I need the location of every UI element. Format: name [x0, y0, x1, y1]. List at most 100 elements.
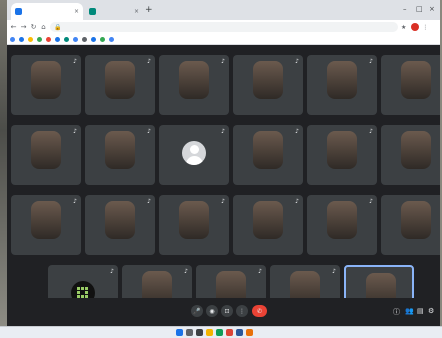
meet-favicon-icon [15, 8, 22, 15]
more-options-button[interactable]: ⋮ [236, 305, 248, 317]
maximize-button[interactable]: □ [416, 5, 423, 13]
mic-off-icon: ♪ [110, 268, 114, 275]
bookmark-item[interactable] [64, 36, 70, 42]
participant-video [31, 201, 61, 239]
bookmark-item[interactable] [46, 36, 52, 42]
mic-off-icon: ♪ [295, 58, 299, 65]
bookmark-favicon-icon [37, 36, 42, 42]
lock-icon[interactable]: 🔒 [54, 24, 61, 31]
tab-second[interactable]: × [85, 3, 143, 20]
mic-off-icon: ♪ [147, 198, 151, 205]
bookmark-item[interactable] [19, 36, 25, 42]
bookmark-item[interactable] [10, 36, 16, 42]
info-icon[interactable]: ⓘ [393, 307, 400, 317]
participant-video [31, 131, 61, 169]
participant-tile[interactable]: ♪ [381, 125, 440, 185]
bookmark-item[interactable] [28, 36, 34, 42]
participant-tile[interactable]: ♪ [307, 55, 377, 115]
bookmark-favicon-icon [10, 36, 15, 42]
participant-tile[interactable]: ♪ [11, 125, 81, 185]
participant-tile[interactable]: ♪ [233, 125, 303, 185]
bookmarks-bar [7, 34, 440, 45]
participant-tile[interactable]: ♪ [85, 125, 155, 185]
people-icon[interactable]: 👥 [405, 307, 414, 315]
bookmark-favicon-icon [19, 36, 24, 42]
participant-tile[interactable]: ♪ [159, 125, 229, 185]
mic-off-icon: ♪ [184, 268, 188, 275]
participant-tile[interactable]: ♪ [11, 195, 81, 255]
minimize-button[interactable]: – [403, 5, 407, 13]
mic-off-icon: ♪ [369, 128, 373, 135]
participant-tile[interactable]: ♪ [85, 195, 155, 255]
participant-video [105, 201, 135, 239]
mic-off-icon: ♪ [147, 128, 151, 135]
bookmark-favicon-icon [73, 36, 78, 42]
participant-video [401, 131, 431, 169]
app-icon[interactable] [246, 329, 253, 336]
present-button[interactable]: ⊡ [221, 305, 233, 317]
bookmark-item[interactable] [82, 36, 88, 42]
chat-icon[interactable]: ▤ [417, 307, 424, 315]
tab-close-icon[interactable]: × [134, 8, 139, 15]
participant-tile[interactable]: ♪ [233, 55, 303, 115]
tab-strip: × × + – □ × [7, 0, 440, 20]
home-icon[interactable]: ⌂ [40, 22, 47, 32]
chrome-icon[interactable] [226, 329, 233, 336]
participant-video [327, 201, 357, 239]
participant-video [327, 61, 357, 99]
bookmark-favicon-icon [109, 36, 114, 42]
forward-icon[interactable]: → [20, 22, 27, 32]
participant-tile[interactable]: ♪ [381, 195, 440, 255]
edge-icon[interactable] [216, 329, 223, 336]
participant-avatar [182, 141, 206, 165]
mic-off-icon: ♪ [369, 58, 373, 65]
participant-tile[interactable]: ♪ [233, 195, 303, 255]
bookmark-favicon-icon [55, 36, 60, 42]
bookmark-item[interactable] [109, 36, 115, 42]
mic-toggle-button[interactable]: 🎤 [191, 305, 203, 317]
browser-window: × × + – □ × ← → ↻ ⌂ 🔒 ★ ⋮ ♪ ♪ ♪ ♪ ♪ ♪ ♪ ♪ ♪ ♪ ♪ ♪ ♪ ♪… [7, 0, 440, 326]
participant-tile[interactable]: ♪ [381, 55, 440, 115]
bookmark-favicon-icon [28, 36, 33, 42]
profile-avatar[interactable] [411, 23, 420, 31]
mic-off-icon: ♪ [369, 198, 373, 205]
bookmark-item[interactable] [100, 36, 106, 42]
back-icon[interactable]: ← [10, 22, 17, 32]
participant-tile[interactable]: ♪ [159, 55, 229, 115]
participant-tile[interactable]: ♪ [85, 55, 155, 115]
participant-video [401, 201, 431, 239]
participant-video [253, 131, 283, 169]
word-icon[interactable] [236, 329, 243, 336]
participant-tile[interactable]: ♪ [307, 125, 377, 185]
meeting-control-bar: 🎤 ◉ ⊡ ⋮ ✆ ⓘ 👥 ▤ ⚙ [7, 298, 440, 326]
explorer-icon[interactable] [206, 329, 213, 336]
desktop-wallpaper-left [0, 0, 7, 326]
tab-meet[interactable]: × [11, 3, 83, 20]
address-bar[interactable]: 🔒 [50, 22, 398, 32]
browser-menu-icon[interactable]: ⋮ [422, 24, 428, 31]
end-call-button[interactable]: ✆ [252, 305, 267, 317]
participant-video [253, 61, 283, 99]
close-window-button[interactable]: × [429, 5, 435, 13]
taskview-icon[interactable] [196, 329, 203, 336]
mic-off-icon: ♪ [295, 198, 299, 205]
mic-off-icon: ♪ [221, 198, 225, 205]
camera-toggle-button[interactable]: ◉ [206, 305, 218, 317]
participant-video [31, 61, 61, 99]
bookmark-favicon-icon [91, 36, 96, 42]
participant-tile[interactable]: ♪ [11, 55, 81, 115]
navigation-bar: ← → ↻ ⌂ 🔒 ★ ⋮ [7, 20, 440, 34]
search-icon[interactable] [186, 329, 193, 336]
new-tab-button[interactable]: + [145, 4, 153, 16]
bookmark-item[interactable] [55, 36, 61, 42]
activities-icon[interactable]: ⚙ [428, 307, 434, 315]
participant-tile[interactable]: ♪ [307, 195, 377, 255]
start-icon[interactable] [176, 329, 183, 336]
bookmark-star-icon[interactable]: ★ [401, 24, 406, 31]
participant-tile[interactable]: ♪ [159, 195, 229, 255]
tab-close-icon[interactable]: × [74, 8, 79, 15]
reload-icon[interactable]: ↻ [30, 22, 37, 32]
bookmark-item[interactable] [73, 36, 79, 42]
bookmark-item[interactable] [91, 36, 97, 42]
bookmark-item[interactable] [37, 36, 43, 42]
